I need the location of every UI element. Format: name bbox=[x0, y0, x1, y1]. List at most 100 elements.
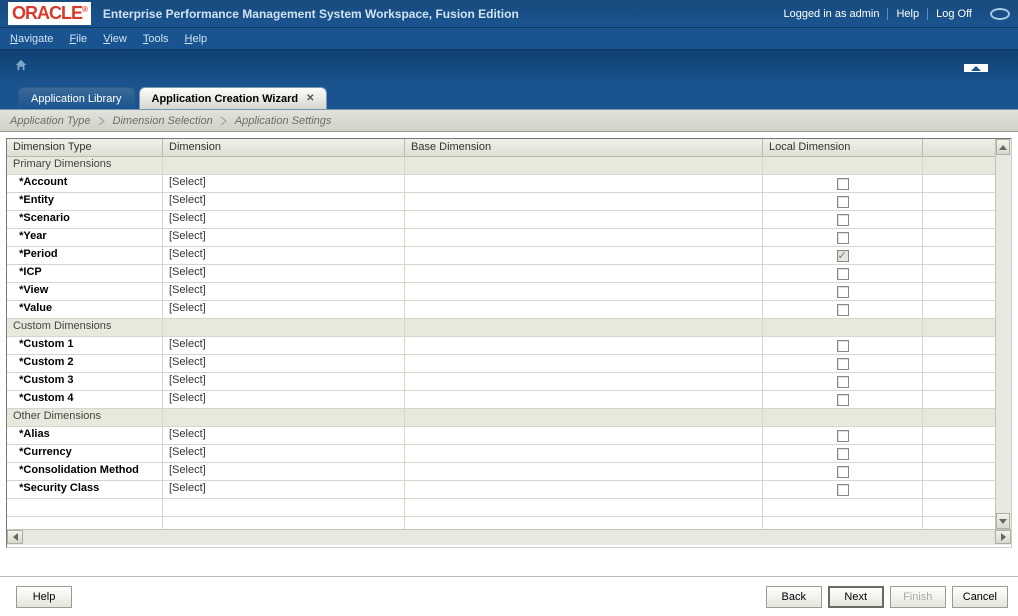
dimension-select-cell[interactable]: [Select] bbox=[163, 247, 405, 264]
checkbox-icon[interactable] bbox=[837, 376, 849, 388]
menu-view[interactable]: View bbox=[103, 33, 127, 45]
dimension-type-cell: *View bbox=[7, 283, 163, 300]
base-dimension-cell[interactable] bbox=[405, 373, 763, 390]
dimension-select-cell[interactable]: [Select] bbox=[163, 211, 405, 228]
checkbox-icon[interactable] bbox=[837, 466, 849, 478]
base-dimension-cell[interactable] bbox=[405, 193, 763, 210]
local-dimension-cell[interactable] bbox=[763, 373, 923, 390]
breadcrumb-step-3[interactable]: Application Settings bbox=[231, 115, 336, 127]
logoff-link[interactable]: Log Off bbox=[927, 8, 980, 20]
dimension-select-cell[interactable]: [Select] bbox=[163, 355, 405, 372]
local-dimension-cell[interactable] bbox=[763, 481, 923, 498]
base-dimension-cell[interactable] bbox=[405, 355, 763, 372]
dimension-select-cell[interactable]: [Select] bbox=[163, 391, 405, 408]
menu-tools[interactable]: Tools bbox=[143, 33, 169, 45]
local-dimension-cell[interactable] bbox=[763, 355, 923, 372]
menu-help[interactable]: Help bbox=[185, 33, 208, 45]
local-dimension-cell[interactable] bbox=[763, 427, 923, 444]
dimension-select-cell[interactable]: [Select] bbox=[163, 283, 405, 300]
checkbox-icon[interactable] bbox=[837, 304, 849, 316]
scroll-up-icon[interactable] bbox=[996, 139, 1010, 155]
next-button[interactable]: Next bbox=[828, 586, 884, 608]
dimension-select-cell[interactable]: [Select] bbox=[163, 445, 405, 462]
col-header-type[interactable]: Dimension Type bbox=[7, 139, 163, 156]
checkbox-icon[interactable] bbox=[837, 250, 849, 262]
home-icon[interactable] bbox=[14, 58, 28, 72]
base-dimension-cell[interactable] bbox=[405, 283, 763, 300]
checkbox-icon[interactable] bbox=[837, 232, 849, 244]
dimension-select-cell[interactable]: [Select] bbox=[163, 229, 405, 246]
local-dimension-cell[interactable] bbox=[763, 193, 923, 210]
base-dimension-cell[interactable] bbox=[405, 175, 763, 192]
menubar: Navigate File View Tools Help bbox=[0, 28, 1018, 50]
dimension-select-cell[interactable]: [Select] bbox=[163, 481, 405, 498]
local-dimension-cell[interactable] bbox=[763, 463, 923, 480]
dimension-select-cell[interactable]: [Select] bbox=[163, 301, 405, 318]
help-link[interactable]: Help bbox=[887, 8, 927, 20]
checkbox-icon[interactable] bbox=[837, 430, 849, 442]
checkbox-icon[interactable] bbox=[837, 484, 849, 496]
local-dimension-cell[interactable] bbox=[763, 301, 923, 318]
scroll-left-icon[interactable] bbox=[7, 530, 23, 544]
local-dimension-cell[interactable] bbox=[763, 337, 923, 354]
help-button[interactable]: Help bbox=[16, 586, 72, 608]
local-dimension-cell[interactable] bbox=[763, 391, 923, 408]
scroll-right-icon[interactable] bbox=[995, 530, 1011, 544]
tab-application-library[interactable]: Application Library bbox=[18, 87, 135, 109]
collapse-toggle-icon[interactable] bbox=[964, 64, 988, 72]
col-header-base[interactable]: Base Dimension bbox=[405, 139, 763, 156]
top-banner: ORACLE® Enterprise Performance Managemen… bbox=[0, 0, 1018, 28]
dimension-select-cell[interactable]: [Select] bbox=[163, 427, 405, 444]
base-dimension-cell[interactable] bbox=[405, 229, 763, 246]
tab-application-creation-wizard[interactable]: Application Creation Wizard ✕ bbox=[139, 87, 328, 109]
checkbox-icon[interactable] bbox=[837, 340, 849, 352]
close-icon[interactable]: ✕ bbox=[306, 93, 314, 104]
local-dimension-cell[interactable] bbox=[763, 265, 923, 282]
local-dimension-cell[interactable] bbox=[763, 175, 923, 192]
local-dimension-cell[interactable] bbox=[763, 283, 923, 300]
checkbox-icon[interactable] bbox=[837, 286, 849, 298]
vertical-scrollbar[interactable] bbox=[995, 139, 1011, 529]
checkbox-icon[interactable] bbox=[837, 394, 849, 406]
horizontal-scrollbar[interactable] bbox=[7, 529, 1011, 545]
cancel-button[interactable]: Cancel bbox=[952, 586, 1008, 608]
checkbox-icon[interactable] bbox=[837, 178, 849, 190]
dimension-select-cell[interactable]: [Select] bbox=[163, 193, 405, 210]
menu-file[interactable]: File bbox=[69, 33, 87, 45]
back-button[interactable]: Back bbox=[766, 586, 822, 608]
checkbox-icon[interactable] bbox=[837, 196, 849, 208]
checkbox-icon[interactable] bbox=[837, 214, 849, 226]
breadcrumb-step-1[interactable]: Application Type bbox=[6, 115, 95, 127]
checkbox-icon[interactable] bbox=[837, 448, 849, 460]
dimension-select-cell[interactable]: [Select] bbox=[163, 463, 405, 480]
base-dimension-cell[interactable] bbox=[405, 463, 763, 480]
menu-navigate[interactable]: Navigate bbox=[10, 33, 53, 45]
checkbox-icon[interactable] bbox=[837, 268, 849, 280]
local-dimension-cell[interactable] bbox=[763, 211, 923, 228]
scroll-down-icon[interactable] bbox=[996, 513, 1010, 529]
breadcrumb-step-2[interactable]: Dimension Selection bbox=[109, 115, 217, 127]
dimension-select-cell[interactable]: [Select] bbox=[163, 175, 405, 192]
dimension-select-cell[interactable]: [Select] bbox=[163, 265, 405, 282]
dimension-select-cell[interactable]: [Select] bbox=[163, 373, 405, 390]
local-dimension-cell[interactable] bbox=[763, 247, 923, 264]
base-dimension-cell[interactable] bbox=[405, 427, 763, 444]
dimension-type-cell: *Currency bbox=[7, 445, 163, 462]
base-dimension-cell[interactable] bbox=[405, 247, 763, 264]
table-row: *Account[Select] bbox=[7, 175, 1011, 193]
dimension-select-cell[interactable]: [Select] bbox=[163, 337, 405, 354]
base-dimension-cell[interactable] bbox=[405, 337, 763, 354]
dimension-type-cell: *Year bbox=[7, 229, 163, 246]
local-dimension-cell[interactable] bbox=[763, 229, 923, 246]
col-header-dimension[interactable]: Dimension bbox=[163, 139, 405, 156]
base-dimension-cell[interactable] bbox=[405, 481, 763, 498]
base-dimension-cell[interactable] bbox=[405, 301, 763, 318]
finish-button: Finish bbox=[890, 586, 946, 608]
checkbox-icon[interactable] bbox=[837, 358, 849, 370]
base-dimension-cell[interactable] bbox=[405, 265, 763, 282]
local-dimension-cell[interactable] bbox=[763, 445, 923, 462]
base-dimension-cell[interactable] bbox=[405, 211, 763, 228]
base-dimension-cell[interactable] bbox=[405, 391, 763, 408]
col-header-local[interactable]: Local Dimension bbox=[763, 139, 923, 156]
base-dimension-cell[interactable] bbox=[405, 445, 763, 462]
